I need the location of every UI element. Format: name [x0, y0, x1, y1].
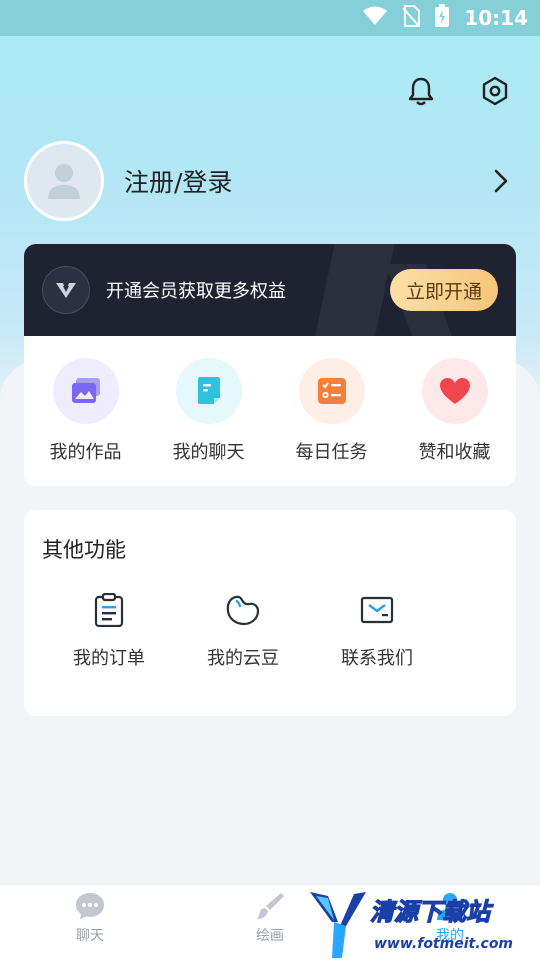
wifi-icon	[362, 6, 388, 30]
vip-v-icon	[42, 266, 90, 314]
quick-action-label: 每日任务	[295, 442, 368, 463]
brush-icon	[257, 893, 284, 919]
svg-text:清源下载站: 清源下载站	[370, 898, 494, 926]
quick-action-favorites[interactable]: 赞和收藏	[400, 358, 510, 486]
profile-row[interactable]: 注册/登录	[24, 140, 516, 222]
chat-bubble-icon	[76, 893, 104, 919]
watermark-logo: 清源下载站 www.fotmeit.com	[306, 886, 536, 960]
quick-action-label: 我的聊天	[172, 442, 245, 463]
tab-label: 聊天	[76, 928, 104, 944]
status-bar: 10:14	[0, 0, 540, 36]
other-features-title: 其他功能	[42, 538, 126, 562]
bell-icon[interactable]	[404, 74, 438, 108]
chat-doc-icon	[175, 358, 242, 424]
quick-action-label: 我的作品	[49, 442, 122, 463]
feature-label: 我的订单	[73, 648, 145, 669]
quick-action-chats[interactable]: 我的聊天	[154, 358, 264, 486]
user-silhouette-icon	[48, 164, 80, 199]
clipboard-icon	[89, 590, 129, 630]
task-list-icon	[298, 358, 365, 424]
other-features-card: 其他功能 我的订单 我的云豆 联系我们	[24, 510, 516, 716]
feature-orders[interactable]: 我的订单	[42, 590, 176, 670]
tab-chat[interactable]: 聊天	[30, 891, 150, 945]
svg-text:www.fotmeit.com: www.fotmeit.com	[374, 936, 513, 952]
quick-action-label: 赞和收藏	[418, 442, 491, 463]
feature-contact[interactable]: 联系我们	[310, 590, 444, 670]
status-time: 10:14	[464, 6, 528, 30]
feature-label: 联系我们	[341, 648, 413, 669]
bean-icon	[223, 590, 263, 630]
vip-banner[interactable]: 开通会员获取更多权益 立即开通	[24, 244, 516, 336]
other-features-list: 我的订单 我的云豆 联系我们	[42, 590, 498, 670]
gear-icon[interactable]	[478, 74, 512, 108]
login-label[interactable]: 注册/登录	[124, 163, 486, 199]
no-sim-icon	[402, 5, 421, 31]
feature-beans[interactable]: 我的云豆	[176, 590, 310, 670]
feature-label: 我的云豆	[207, 648, 279, 669]
heart-icon	[421, 358, 488, 424]
avatar[interactable]	[24, 141, 104, 221]
quick-action-works[interactable]: 我的作品	[31, 358, 141, 486]
tab-label: 绘画	[256, 928, 284, 944]
mail-icon	[357, 590, 397, 630]
gallery-icon	[52, 358, 119, 424]
vip-promo-text: 开通会员获取更多权益	[106, 281, 286, 302]
chevron-right-icon[interactable]	[486, 166, 516, 196]
quick-actions: 我的作品 我的聊天 每日任务 赞和收藏	[24, 336, 516, 486]
header-actions	[404, 74, 512, 108]
quick-action-tasks[interactable]: 每日任务	[277, 358, 387, 486]
vip-open-button[interactable]: 立即开通	[390, 269, 498, 311]
battery-charging-icon	[434, 4, 450, 32]
